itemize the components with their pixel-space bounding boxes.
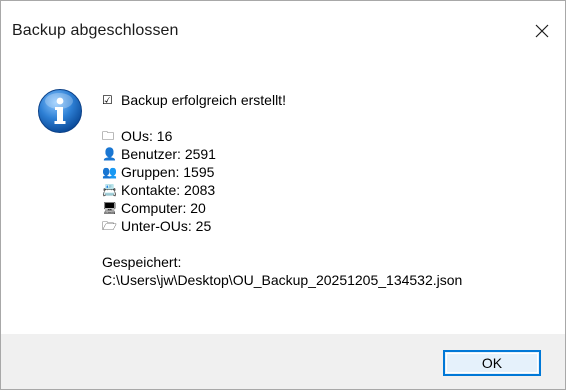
stat-row-contacts: 📇 Kontakte: 2083 <box>102 181 462 199</box>
computer-icon: 🖥 <box>102 201 118 215</box>
saved-label-row: Gespeichert: <box>102 253 462 271</box>
user-icon: 👤 <box>102 147 117 161</box>
saved-path-row: C:\Users\jw\Desktop\OU_Backup_20251205_1… <box>102 271 462 289</box>
message-dialog: Backup abgeschlossen ☑ Backup erfolgreic… <box>0 0 566 390</box>
saved-label: Gespeichert: <box>102 254 182 270</box>
contact-card-icon: 📇 <box>102 183 117 197</box>
group-icon: 👥 <box>102 165 117 179</box>
dialog-title: Backup abgeschlossen <box>12 22 179 39</box>
button-bar: OK <box>1 334 565 389</box>
headline-row: ☑ Backup erfolgreich erstellt! <box>102 91 462 109</box>
stat-text: OUs: 16 <box>121 128 173 144</box>
checkbox-checked-icon: ☑ <box>102 93 113 107</box>
dialog-body: ☑ Backup erfolgreich erstellt! 🗀 OUs: 16… <box>1 64 565 334</box>
stat-text: Benutzer: 2591 <box>121 146 216 162</box>
stat-row-users: 👤 Benutzer: 2591 <box>102 145 462 163</box>
saved-path: C:\Users\jw\Desktop\OU_Backup_20251205_1… <box>102 272 463 288</box>
information-icon <box>38 89 82 133</box>
open-folder-icon: 🗁 <box>102 219 117 233</box>
close-icon <box>535 24 549 38</box>
title-bar: Backup abgeschlossen <box>1 1 565 64</box>
headline-text: Backup erfolgreich erstellt! <box>121 92 286 108</box>
folder-icon: 🗀 <box>102 129 115 143</box>
stat-row-sub-ous: 🗁 Unter-OUs: 25 <box>102 217 462 235</box>
stat-row-computers: 🖥 Computer: 20 <box>102 199 462 217</box>
stat-text: Kontakte: 2083 <box>121 182 216 198</box>
message-text: ☑ Backup erfolgreich erstellt! 🗀 OUs: 16… <box>102 91 462 289</box>
stat-text: Unter-OUs: 25 <box>121 218 212 234</box>
stat-text: Computer: 20 <box>121 200 206 216</box>
stat-text: Gruppen: 1595 <box>121 164 215 180</box>
close-button[interactable] <box>519 10 565 52</box>
stat-row-groups: 👥 Gruppen: 1595 <box>102 163 462 181</box>
stat-row-ous: 🗀 OUs: 16 <box>102 127 462 145</box>
ok-button[interactable]: OK <box>443 350 541 376</box>
ok-button-label: OK <box>481 355 503 371</box>
